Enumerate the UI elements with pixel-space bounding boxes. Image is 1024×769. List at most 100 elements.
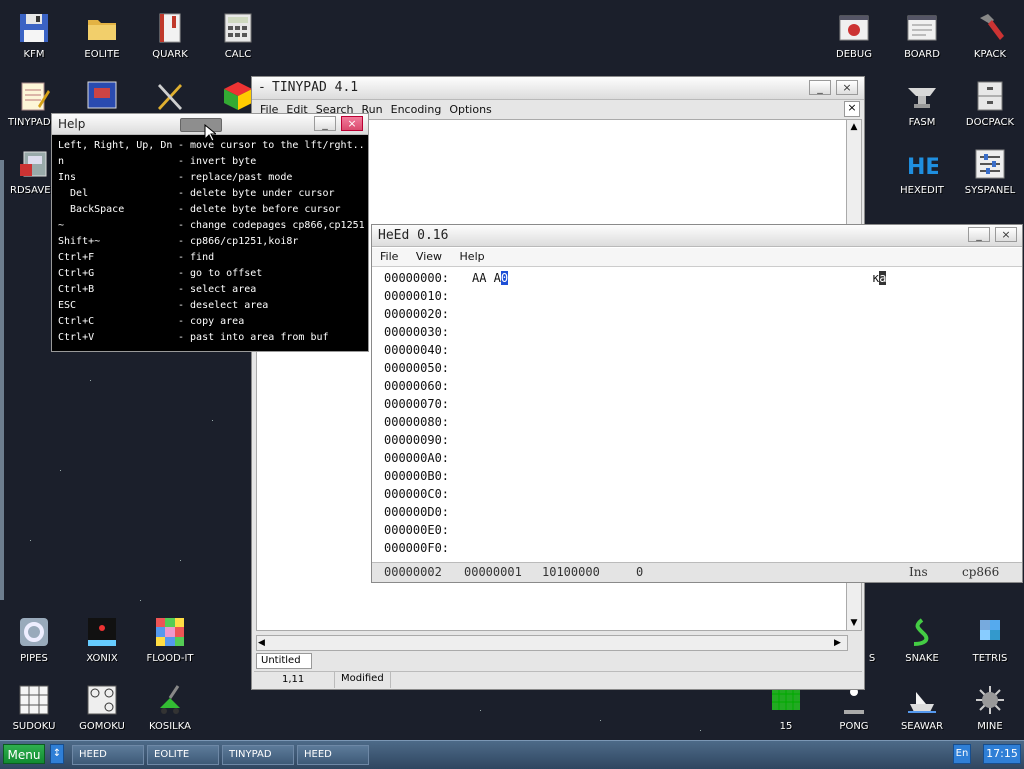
clock[interactable]: 17:15 (983, 744, 1021, 764)
desktop-icon-quark[interactable]: QUARK (138, 4, 202, 66)
menu-view[interactable]: View (416, 250, 442, 263)
language-indicator[interactable]: En (953, 744, 971, 764)
desktop-icon-tetris[interactable]: TETRIS (958, 608, 1022, 670)
desktop-icon-kfm[interactable]: KFM (2, 4, 66, 66)
hexedit-icon: HE (907, 155, 938, 180)
gomoku-icon (87, 685, 117, 715)
pipes-icon (20, 618, 48, 646)
hex-address: 00000020: (384, 307, 450, 321)
cabinet-icon (977, 81, 1003, 111)
menu-help[interactable]: Help (460, 250, 485, 263)
hex-bytes: AA A0 (472, 271, 509, 285)
flood-icon (156, 618, 184, 646)
hex-bytes-value: AA A (472, 271, 501, 285)
desktop-icon-label: SEAWAR (900, 721, 944, 732)
close-button[interactable]: × (341, 116, 363, 131)
hex-address: 00000080: (384, 415, 450, 429)
tinypad-title-prefix: - (258, 80, 266, 95)
book-icon (159, 13, 181, 43)
desktop-icon-hexedit[interactable]: HE HEXEDIT (890, 140, 954, 202)
desktop-icon-label: HEXEDIT (900, 185, 944, 196)
scroll-down-icon[interactable]: ▼ (847, 616, 861, 630)
mower-icon (160, 685, 180, 714)
minimize-button[interactable]: _ (809, 80, 831, 95)
heed-menubar: File View Help (372, 248, 1022, 267)
task-switch-icon[interactable]: ↕ (50, 744, 64, 764)
minimize-button[interactable]: _ (314, 116, 336, 131)
bug-icon (839, 15, 869, 41)
desktop-icon-label: QUARK (152, 49, 188, 60)
hex-address: 000000B0: (384, 469, 450, 483)
desktop-icon-pipes[interactable]: PIPES (2, 608, 66, 670)
desktop-icon-board[interactable]: BOARD (890, 4, 954, 66)
desktop-icon-seawar[interactable]: SEAWAR (890, 676, 954, 738)
desktop-icon-label: XONIX (86, 653, 118, 664)
desktop-icon-sudoku[interactable]: SUDOKU (2, 676, 66, 738)
hex-address: 00000010: (384, 289, 450, 303)
task-heed[interactable]: HEED (72, 745, 144, 765)
snake-icon (913, 618, 929, 646)
menu-encoding[interactable]: Encoding (391, 103, 442, 116)
desktop-icon-fasm[interactable]: FASM (890, 72, 954, 134)
hex-address: 00000040: (384, 343, 450, 357)
help-text-area: Left, Right, Up, Dn - move cursor to the … (52, 135, 368, 351)
hex-address: 000000A0: (384, 451, 450, 465)
tetris-icon (980, 620, 1000, 640)
help-row: Ctrl+C - copy area (58, 316, 245, 327)
desktop-icon-eolite[interactable]: EOLITE (70, 4, 134, 66)
hex-address: 000000D0: (384, 505, 450, 519)
tinypad-statusbar: 1,11 Modified (254, 671, 862, 688)
desktop-icon-mine[interactable]: MINE (958, 676, 1022, 738)
tinypad-close-tab-icon[interactable]: × (844, 101, 860, 117)
scroll-left-icon[interactable]: ◀ (258, 636, 270, 650)
desktop-icon-debug[interactable]: DEBUG (822, 4, 886, 66)
desktop-icon-gomoku[interactable]: GOMOKU (70, 676, 134, 738)
heed-titlebar[interactable]: HeEd 0.16 _ × (372, 225, 1022, 247)
menu-options[interactable]: Options (449, 103, 491, 116)
menu-file[interactable]: File (380, 250, 398, 263)
minimize-button[interactable]: _ (968, 227, 990, 242)
scroll-right-icon[interactable]: ▶ (834, 636, 846, 650)
hex-view[interactable]: 00000000: 00000010: 00000020: 00000030: … (372, 267, 1022, 563)
status-mode: Ins (909, 565, 928, 579)
help-row: Left, Right, Up, Dn - move cursor to the … (58, 140, 365, 151)
close-button[interactable]: × (836, 80, 858, 95)
task-eolite[interactable]: EOLITE (147, 745, 219, 765)
desktop-icon-docpack[interactable]: DOCPACK (958, 72, 1022, 134)
desktop-icon-label: PONG (839, 721, 869, 732)
menu-button[interactable]: Menu (3, 744, 45, 764)
desktop-icon-label: DOCPACK (965, 117, 1015, 128)
hex-address: 000000C0: (384, 487, 450, 501)
help-title: Help (58, 117, 86, 131)
help-window[interactable]: Help _ × Left, Right, Up, Dn - move curso… (51, 113, 369, 352)
tinypad-hscrollbar[interactable]: ◀ ▶ (256, 635, 848, 651)
heed-statusbar: 00000002 00000001 10100000 0 Ins cp866 (372, 562, 1022, 582)
desktop-icon-label: KPACK (973, 49, 1007, 60)
help-row: Ctrl+B - select area (58, 284, 257, 295)
task-tinypad[interactable]: TINYPAD (222, 745, 294, 765)
hex-cursor[interactable]: 0 (500, 271, 509, 285)
folder-icon (88, 20, 116, 40)
hex-address: 00000060: (384, 379, 450, 393)
sudoku-icon (19, 685, 49, 715)
scroll-up-icon[interactable]: ▲ (847, 120, 861, 134)
desktop-icon-calc[interactable]: CALC (206, 4, 270, 66)
desktop-icon-label: S (868, 653, 876, 664)
desktop-icon-kpack[interactable]: KPACK (958, 4, 1022, 66)
tab-untitled[interactable]: Untitled (256, 653, 312, 669)
desktop-icon-label: MINE (977, 721, 1003, 732)
tinypad-titlebar[interactable]: - TINYPAD 4.1 _ × (252, 77, 864, 100)
desktop-icon-snake[interactable]: SNAKE (890, 608, 954, 670)
mouse-pointer-icon (204, 124, 216, 142)
help-row: Ctrl+V - past into area from buf (58, 332, 329, 343)
desktop-icon-floodit[interactable]: FLOOD-IT (138, 608, 202, 670)
task-heed-2[interactable]: HEED (297, 745, 369, 765)
desktop-icon-syspanel[interactable]: SYSPANEL (958, 140, 1022, 202)
desktop-icon-xonix[interactable]: XONIX (70, 608, 134, 670)
desktop-icon-kosilka[interactable]: KOSILKA (138, 676, 202, 738)
close-button[interactable]: × (995, 227, 1017, 242)
hex-address: 000000E0: (384, 523, 450, 537)
taskbar: Menu ↕ HEED EOLITE TINYPAD HEED En 17:15 (0, 740, 1024, 769)
heed-window[interactable]: HeEd 0.16 _ × File View Help 00000000: 0… (371, 224, 1023, 583)
help-row: Shift+~ - cp866/cp1251,koi8r (58, 236, 299, 247)
